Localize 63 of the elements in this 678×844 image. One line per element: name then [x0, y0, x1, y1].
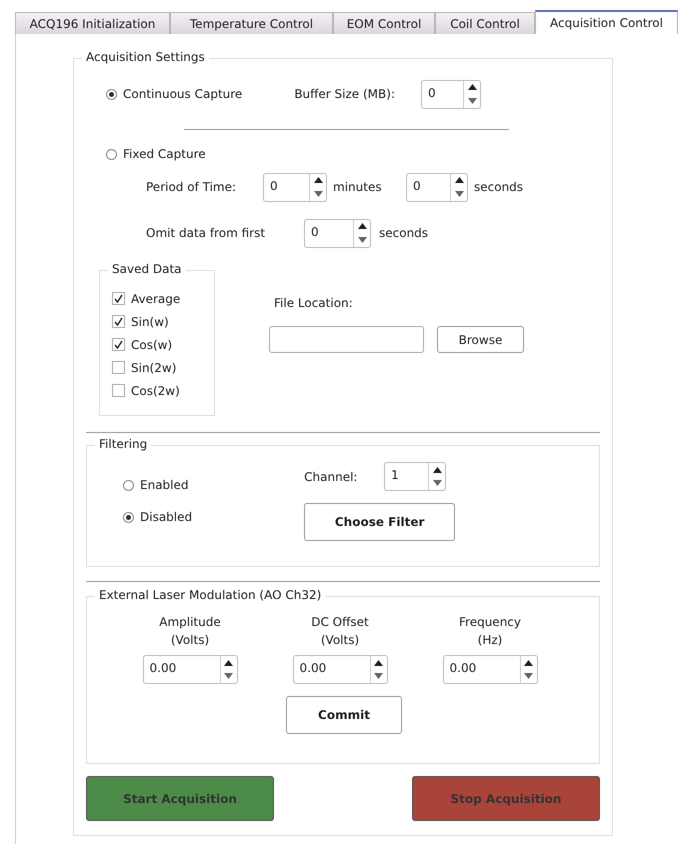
checkbox[interactable]: Sin(w): [112, 310, 204, 333]
up-arrow-icon[interactable]: [454, 177, 464, 184]
unit-label: minutes: [333, 180, 383, 194]
up-arrow-icon[interactable]: [468, 84, 476, 90]
spin-field[interactable]: 0: [304, 218, 371, 248]
browse-button[interactable]: Browse: [437, 326, 524, 353]
unit-label: seconds: [474, 180, 524, 194]
up-arrow-icon[interactable]: [224, 660, 233, 666]
tab[interactable]: Acquisition Control: [535, 10, 678, 34]
down-arrow-icon[interactable]: [358, 236, 366, 243]
up-arrow-icon[interactable]: [374, 660, 383, 666]
radio-button[interactable]: Continuous Capture: [106, 87, 242, 101]
up-arrow-icon[interactable]: [524, 660, 533, 666]
up-arrow-icon[interactable]: [432, 466, 442, 473]
down-arrow-icon[interactable]: [524, 673, 533, 680]
up-arrow-icon[interactable]: [314, 177, 322, 184]
spin-field[interactable]: 1: [384, 462, 446, 491]
field-label: DC Offset: [311, 615, 369, 629]
tab[interactable]: Temperature Control: [170, 12, 333, 34]
radio-button[interactable]: Disabled: [123, 510, 192, 524]
checkbox[interactable]: Cos(w): [112, 333, 204, 356]
field-label: Amplitude: [159, 615, 221, 629]
tab[interactable]: ACQ196 Initialization: [15, 12, 170, 34]
radio-button[interactable]: Fixed Capture: [106, 147, 206, 161]
checkbox[interactable]: Cos(2w): [112, 379, 204, 402]
unit-label: seconds: [379, 226, 428, 240]
spin-field[interactable]: 0.00: [292, 655, 388, 684]
up-arrow-icon[interactable]: [358, 223, 366, 230]
group-title: Saved Data: [108, 262, 186, 276]
down-arrow-icon[interactable]: [468, 98, 476, 104]
check-icon: [114, 340, 123, 349]
check-icon: [114, 317, 123, 326]
field-label: Omit data from first: [146, 226, 266, 240]
down-arrow-icon[interactable]: [314, 190, 322, 197]
down-arrow-icon[interactable]: [374, 673, 383, 680]
group-title: Acquisition Settings: [82, 50, 209, 64]
file-path-field[interactable]: [269, 326, 424, 353]
field-label: Period of Time:: [146, 180, 238, 194]
spin-field[interactable]: 0: [406, 172, 468, 202]
group-title: Filtering: [95, 437, 152, 451]
field-label: Frequency: [459, 615, 521, 629]
field-label: Channel:: [304, 470, 358, 484]
unit-label: (Volts): [320, 633, 360, 647]
group-title: External Laser Modulation (AO Ch32): [95, 588, 326, 602]
down-arrow-icon[interactable]: [224, 673, 233, 680]
choose-filter-button[interactable]: Choose Filter: [304, 503, 456, 541]
unit-label: (Volts): [170, 633, 210, 647]
commit-button[interactable]: Commit: [286, 696, 402, 734]
unit-label: (Hz): [478, 633, 502, 647]
tab[interactable]: EOM Control: [333, 12, 435, 34]
spin-field[interactable]: 0.00: [442, 655, 538, 684]
spin-field[interactable]: 0: [421, 80, 481, 108]
field-label: Buffer Size (MB):: [294, 87, 395, 101]
tab[interactable]: Coil Control: [435, 12, 535, 34]
down-arrow-icon[interactable]: [432, 480, 442, 486]
field-label: File Location:: [274, 296, 354, 310]
spin-field[interactable]: 0: [263, 172, 327, 202]
check-icon: [114, 294, 123, 303]
checkbox[interactable]: Average: [112, 287, 204, 310]
down-arrow-icon[interactable]: [454, 190, 464, 197]
spin-field[interactable]: 0.00: [142, 655, 238, 684]
radio-button[interactable]: Enabled: [123, 478, 192, 492]
checkbox[interactable]: Sin(2w): [112, 356, 204, 379]
